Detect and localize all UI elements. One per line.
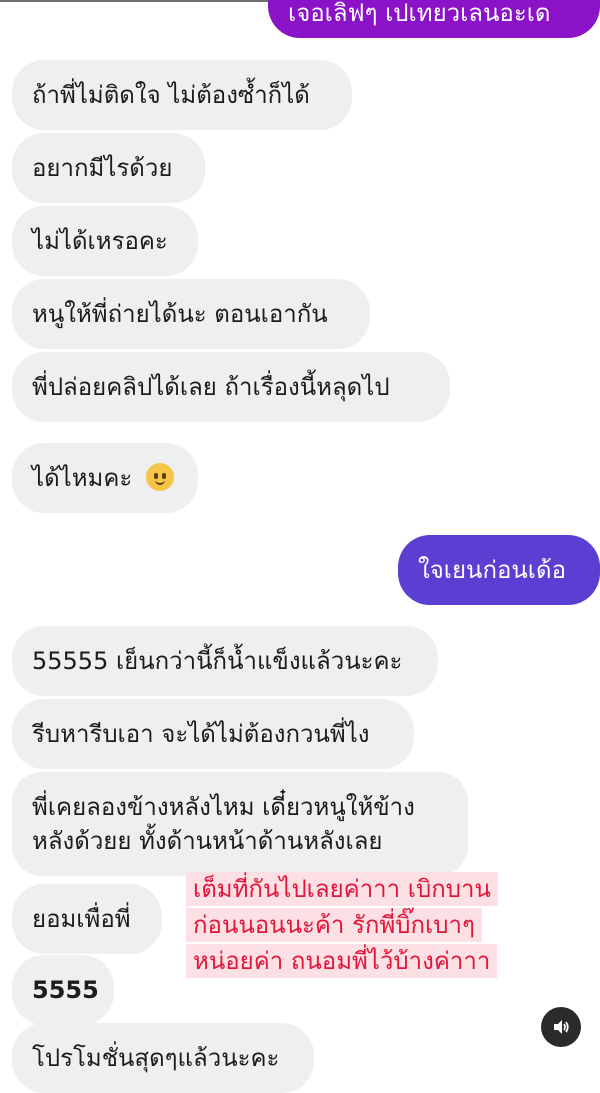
message-text: อยากมีไรด้วย bbox=[32, 154, 173, 182]
message-incoming[interactable]: ไม่ได้เหรอคะ bbox=[12, 206, 198, 276]
message-text: ใจเยนก่อนเด้อ bbox=[418, 556, 567, 584]
message-incoming[interactable]: 55555 เย็นกว่านี้ก็น้ำแข็งแล้วนะคะ bbox=[12, 626, 438, 696]
message-incoming[interactable]: โปรโมชั่นสุดๆแล้วนะคะ bbox=[12, 1023, 314, 1093]
message-text: หนูให้พี่ถ่ายได้นะ ตอนเอากัน bbox=[32, 300, 328, 328]
message-text: 5555 bbox=[32, 976, 99, 1004]
message-outgoing[interactable]: ใจเยนก่อนเด้อ bbox=[398, 535, 600, 605]
message-incoming[interactable]: อยากมีไรด้วย bbox=[12, 133, 205, 203]
message-incoming-multiline[interactable]: พี่เคยลองข้างหลังไหม เดี๋ยวหนูให้ข้าง หล… bbox=[12, 772, 468, 876]
message-text-line-2: หลังด้วยย ทั้งด้านหน้าด้านหลังเลย bbox=[32, 827, 383, 855]
message-text: ถ้าพี่ไม่ติดใจ ไม่ต้องซ้ำก็ได้ bbox=[32, 81, 310, 109]
sound-toggle-button[interactable] bbox=[541, 1007, 581, 1047]
message-text: รีบหารีบเอา จะได้ไม่ต้องกวนพี่ไง bbox=[32, 720, 370, 748]
speaker-icon bbox=[554, 1020, 569, 1034]
message-outgoing-top[interactable]: เจอเลิฟๆ เปเทยวเลนอะเด bbox=[268, 0, 600, 38]
message-text: เจอเลิฟๆ เปเทยวเลนอะเด bbox=[288, 0, 551, 27]
message-incoming[interactable]: ได้ไหมคะ bbox=[12, 443, 198, 513]
message-incoming[interactable]: 5555 bbox=[12, 955, 114, 1025]
overlay-caption-line-3: หน่อยค่า ถนอมพี่ไว้บ้างค่าาา bbox=[186, 944, 498, 978]
message-incoming[interactable]: รีบหารีบเอา จะได้ไม่ต้องกวนพี่ไง bbox=[12, 699, 414, 769]
overlay-caption-line-1: เต็มที่กันไปเลยค่าาา เบิกบาน bbox=[186, 872, 498, 906]
face-with-tear-emoji-icon bbox=[145, 463, 174, 491]
message-incoming[interactable]: ยอมเพื่อพี่ bbox=[12, 884, 162, 954]
overlay-caption: เต็มที่กันไปเลยค่าาา เบิกบาน ก่อนนอนนะค้… bbox=[186, 872, 576, 980]
message-text: โปรโมชั่นสุดๆแล้วนะคะ bbox=[32, 1044, 280, 1072]
message-text: ได้ไหมคะ bbox=[32, 464, 133, 492]
overlay-caption-line-2: ก่อนนอนนะค้า รักพี่บิ๊กเบาๆ bbox=[186, 908, 482, 942]
message-text: ยอมเพื่อพี่ bbox=[32, 905, 131, 933]
message-incoming[interactable]: ถ้าพี่ไม่ติดใจ ไม่ต้องซ้ำก็ได้ bbox=[12, 60, 352, 130]
message-text-line-1: พี่เคยลองข้างหลังไหม เดี๋ยวหนูให้ข้าง bbox=[32, 793, 415, 821]
message-incoming[interactable]: หนูให้พี่ถ่ายได้นะ ตอนเอากัน bbox=[12, 279, 370, 349]
message-text: ไม่ได้เหรอคะ bbox=[32, 227, 168, 255]
message-incoming[interactable]: พี่ปล่อยคลิปได้เลย ถ้าเรื่องนี้หลุดไป bbox=[12, 352, 450, 422]
message-text: พี่ปล่อยคลิปได้เลย ถ้าเรื่องนี้หลุดไป bbox=[32, 373, 390, 401]
message-text: 55555 เย็นกว่านี้ก็น้ำแข็งแล้วนะคะ bbox=[32, 647, 403, 675]
